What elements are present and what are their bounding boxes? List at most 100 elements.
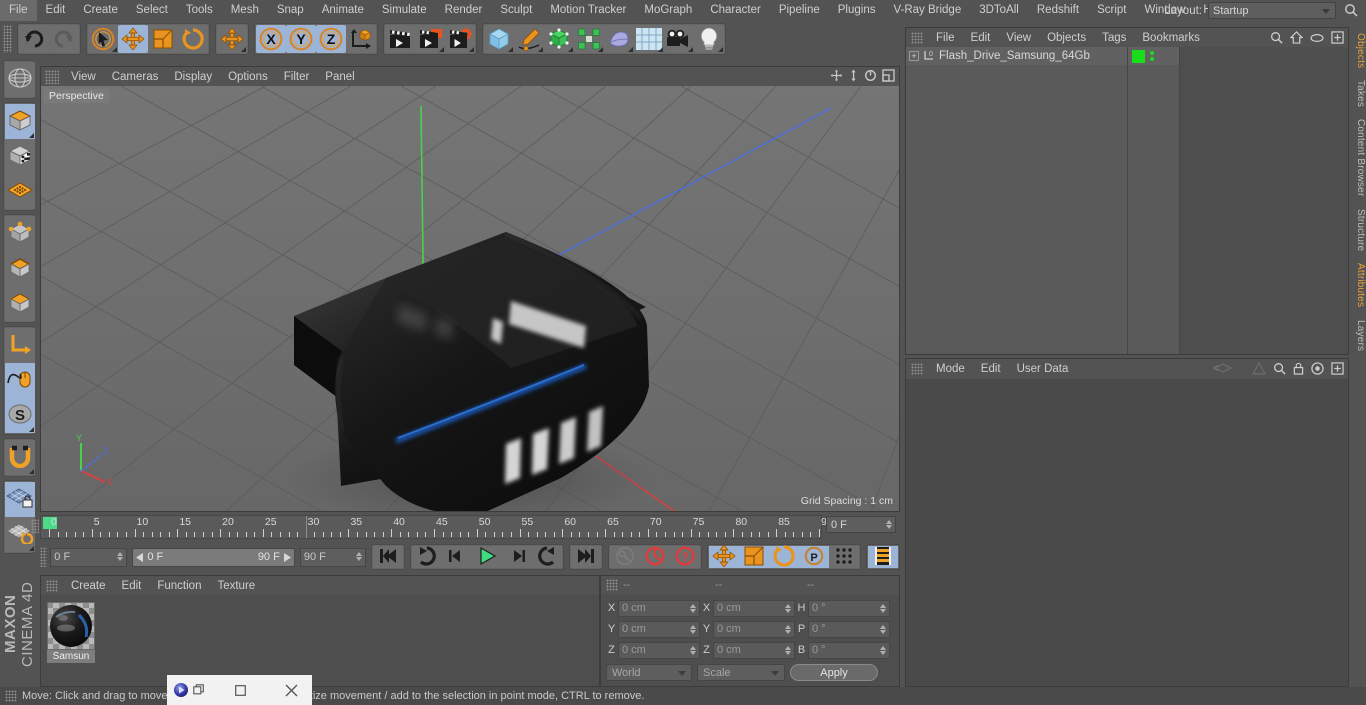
material-preview[interactable]: [47, 602, 95, 650]
transform-mode-select[interactable]: Scale: [697, 664, 785, 681]
material-menu-create[interactable]: Create: [63, 580, 114, 592]
spinner-icon[interactable]: [117, 551, 124, 561]
viewport-grip[interactable]: [45, 69, 59, 84]
object-menu-file[interactable]: File: [928, 32, 963, 44]
material-menu-edit[interactable]: Edit: [114, 580, 150, 592]
spinner-icon[interactable]: [785, 624, 791, 634]
object-menu-tags[interactable]: Tags: [1094, 32, 1134, 44]
autokeying-button[interactable]: [639, 546, 670, 568]
go-to-end-button[interactable]: [570, 546, 601, 568]
material-menu-texture[interactable]: Texture: [209, 580, 263, 592]
material-manager-grip[interactable]: [46, 579, 58, 592]
render-to-picture-viewer-button[interactable]: [415, 25, 445, 53]
viewport-menu-options[interactable]: Options: [220, 71, 276, 83]
move-button[interactable]: [118, 25, 148, 53]
menu-item-mograph[interactable]: MoGraph: [635, 0, 701, 21]
toolbar-grip[interactable]: [3, 25, 12, 53]
menu-item-select[interactable]: Select: [127, 0, 177, 21]
material-menu-function[interactable]: Function: [149, 580, 209, 592]
parameter-key-button[interactable]: P: [798, 546, 829, 568]
rotation-key-button[interactable]: [768, 544, 799, 568]
add-array-button[interactable]: [574, 25, 604, 53]
new-window-icon[interactable]: [1331, 362, 1344, 375]
make-editable-button[interactable]: [5, 62, 35, 97]
model-mode-button[interactable]: [5, 104, 35, 139]
workplane-mode-button[interactable]: [5, 174, 35, 209]
expand-icon[interactable]: +: [909, 51, 919, 61]
viewport-maximize-icon[interactable]: [882, 69, 895, 82]
viewport-move-icon[interactable]: [830, 69, 843, 82]
menu-item-create[interactable]: Create: [74, 0, 127, 21]
visibility-dots-icon[interactable]: [1150, 51, 1154, 61]
scale-key-button[interactable]: [738, 546, 769, 568]
size-field-Z[interactable]: 0 cm: [713, 641, 795, 659]
soft-selection-button[interactable]: S: [5, 398, 35, 433]
menu-item-render[interactable]: Render: [436, 0, 492, 21]
status-bar-grip[interactable]: [5, 690, 17, 702]
live-selection-button[interactable]: [88, 25, 118, 53]
next-frame-button[interactable]: [501, 546, 532, 568]
spinner-icon[interactable]: [886, 520, 892, 529]
spinner-icon[interactable]: [690, 624, 696, 634]
right-tab-objects[interactable]: Objects: [1349, 27, 1366, 74]
rotation-field-P[interactable]: 0 °: [808, 620, 890, 638]
position-field-Y[interactable]: 0 cm: [618, 620, 700, 638]
lock-icon[interactable]: [1293, 362, 1304, 375]
right-tab-structure[interactable]: Structure: [1349, 203, 1366, 257]
menu-item-edit[interactable]: Edit: [37, 0, 75, 21]
play-forwards-button[interactable]: [531, 545, 562, 568]
viewport-menu-panel[interactable]: Panel: [317, 71, 362, 83]
go-to-start-button[interactable]: [372, 546, 403, 568]
menu-item-3dtoall[interactable]: 3DToAll: [970, 0, 1028, 21]
end-frame-field[interactable]: 90 F: [299, 547, 366, 567]
dynamic-place-button[interactable]: [217, 25, 247, 53]
right-tab-takes[interactable]: Takes: [1349, 74, 1366, 113]
menu-item-character[interactable]: Character: [701, 0, 770, 21]
viewport-menu-display[interactable]: Display: [166, 71, 220, 83]
home-icon[interactable]: [1290, 31, 1303, 44]
object-axis-mode-button[interactable]: [5, 328, 35, 363]
attribute-menu-user-data[interactable]: User Data: [1009, 363, 1077, 375]
size-field-X[interactable]: 0 cm: [713, 599, 795, 617]
range-right-handle-icon[interactable]: [283, 552, 291, 562]
edge-mode-button[interactable]: [5, 251, 35, 286]
viewport-menu-cameras[interactable]: Cameras: [104, 71, 167, 83]
spinner-icon[interactable]: [690, 603, 696, 613]
floating-player-window[interactable]: [167, 675, 312, 705]
menu-item-plugins[interactable]: Plugins: [829, 0, 885, 21]
add-generator-button[interactable]: [544, 25, 574, 53]
position-key-button[interactable]: [708, 543, 739, 568]
rotation-field-B[interactable]: 0 °: [808, 641, 890, 659]
polygon-mode-button[interactable]: [5, 286, 35, 321]
search-icon[interactable]: [1270, 31, 1283, 44]
spinner-icon[interactable]: [785, 603, 791, 613]
scale-button[interactable]: [148, 25, 178, 53]
keyframe-selection-button[interactable]: ?: [669, 546, 700, 568]
perspective-toggle-icon[interactable]: [1213, 362, 1245, 375]
play-button[interactable]: [471, 546, 502, 568]
menu-item-tools[interactable]: Tools: [177, 0, 222, 21]
object-color-swatch[interactable]: [1132, 49, 1145, 63]
spinner-icon[interactable]: [690, 645, 696, 655]
close-button[interactable]: [276, 676, 306, 704]
object-menu-bookmarks[interactable]: Bookmarks: [1134, 32, 1208, 44]
spinner-icon[interactable]: [880, 603, 886, 613]
layout-select[interactable]: Startup: [1208, 2, 1336, 19]
menu-item-simulate[interactable]: Simulate: [373, 0, 436, 21]
range-left-handle-icon[interactable]: [136, 552, 144, 562]
add-cube-button[interactable]: [484, 25, 514, 53]
coordinate-manager-grip[interactable]: [606, 579, 618, 591]
timeline-playhead[interactable]: [305, 516, 307, 538]
record-active-objects-button[interactable]: [609, 546, 640, 568]
point-level-animation-button[interactable]: [828, 546, 859, 568]
add-light-button[interactable]: [694, 25, 724, 53]
coordinate-system-select[interactable]: World: [606, 664, 692, 681]
attribute-menu-edit[interactable]: Edit: [973, 363, 1009, 375]
spinner-icon[interactable]: [880, 645, 886, 655]
rotation-field-H[interactable]: 0 °: [808, 599, 890, 617]
viewport-canvas[interactable]: [41, 86, 899, 511]
add-floor-button[interactable]: [634, 25, 664, 53]
maximize-button[interactable]: [226, 676, 256, 704]
timeline-frame-field[interactable]: 0 F: [826, 516, 896, 533]
object-manager-grip[interactable]: [911, 31, 923, 44]
